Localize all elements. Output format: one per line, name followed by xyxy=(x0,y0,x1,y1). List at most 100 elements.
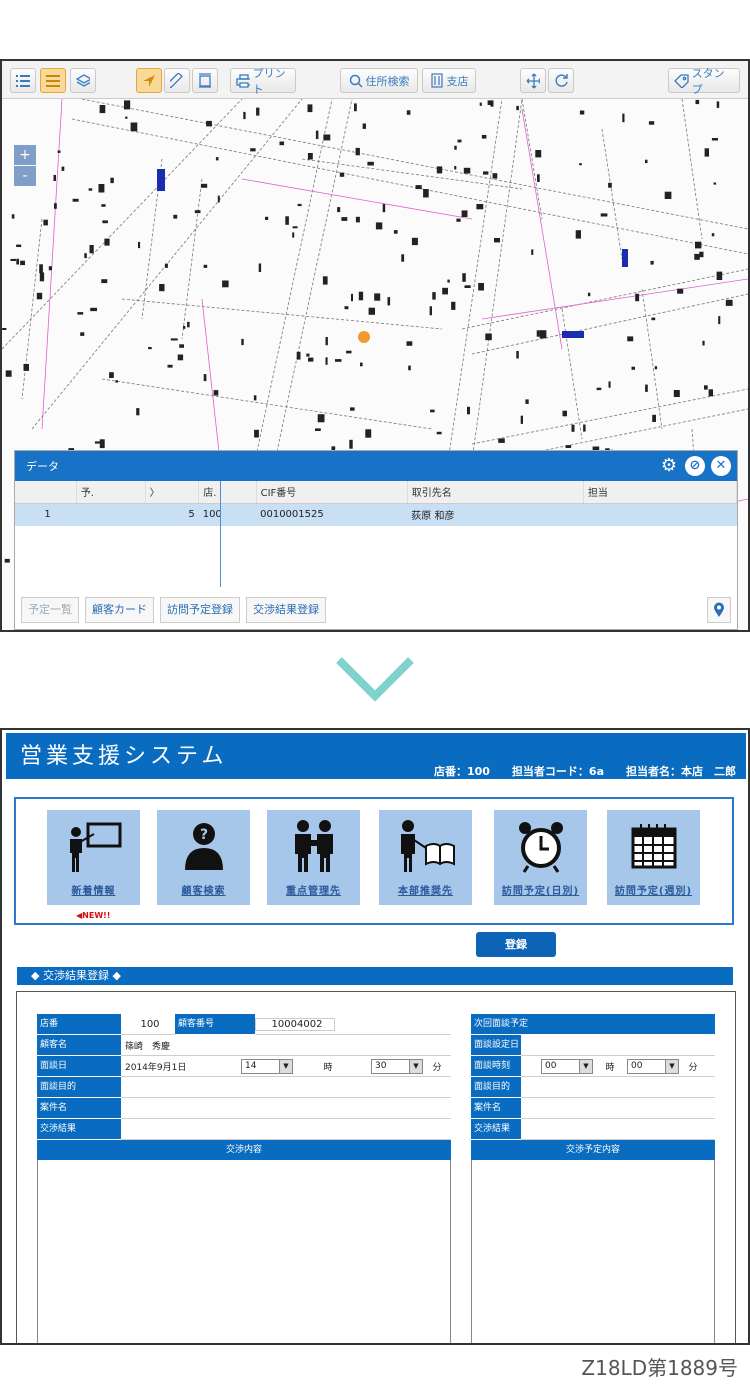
content-textarea[interactable] xyxy=(37,1160,451,1343)
menu-tile-customer-search[interactable]: ? 顧客検索 xyxy=(157,810,250,905)
next-hour-select[interactable]: 00 ▼ xyxy=(541,1058,593,1074)
location-pin-button[interactable] xyxy=(707,597,731,623)
customer-card-button[interactable]: 顧客カード xyxy=(85,597,154,623)
planned-content-textarea[interactable] xyxy=(471,1160,715,1343)
layers-button[interactable] xyxy=(70,68,96,93)
dropdown-arrow-icon: ▼ xyxy=(665,1059,678,1073)
col-tanto[interactable]: 担当 xyxy=(583,481,738,504)
zoom-in-button[interactable]: + xyxy=(14,145,36,165)
menu-tile-priority[interactable]: 重点管理先 xyxy=(267,810,360,905)
calendar-icon xyxy=(607,814,700,878)
frame-icon xyxy=(199,73,211,88)
footer-code: Z18LD第1889号 xyxy=(581,1356,738,1380)
visit-plan-button[interactable]: 訪問予定登録 xyxy=(160,597,240,623)
map-toolbar: プリント 住所検索 支店 スタンプ xyxy=(2,61,748,99)
col-shop[interactable]: 店. xyxy=(198,481,257,504)
col-cif[interactable]: CIF番号 xyxy=(256,481,408,504)
cell-no: 1 xyxy=(15,503,77,526)
close-icon[interactable]: ✕ xyxy=(711,456,731,476)
value-shop[interactable]: 100 xyxy=(121,1019,175,1030)
staff-code: 担当者コード：6a xyxy=(511,765,604,778)
label-interview-date: 面談日 xyxy=(37,1055,121,1077)
user-info: 店番：100 担当者コード：6a 担当者名：本店 二郎 xyxy=(434,763,736,779)
refresh-button[interactable] xyxy=(548,68,574,93)
alarm-clock-icon xyxy=(494,814,587,878)
label-next-date: 面談設定日 xyxy=(471,1034,521,1056)
data-panel-header: データ ⚙ ⊘ ✕ xyxy=(15,451,737,481)
area-tool-button[interactable] xyxy=(192,68,218,93)
label-next-case: 案件名 xyxy=(471,1097,521,1119)
system-header: 営業支援システム 店番：100 担当者コード：6a 担当者名：本店 二郎 xyxy=(6,733,746,779)
value-customer-no[interactable]: 10004002 xyxy=(255,1017,335,1031)
table-row[interactable]: 1 5 100 0010001525 荻原 和彦 xyxy=(15,503,737,526)
register-button[interactable]: 登録 xyxy=(476,932,556,957)
next-minute-select[interactable]: 00 ▼ xyxy=(627,1058,679,1074)
row-next-date: 面談設定日 xyxy=(471,1034,715,1056)
menu-label-priority: 重点管理先 xyxy=(286,886,341,897)
move-arrows-icon xyxy=(526,73,540,88)
hour-select[interactable]: 14 ▼ xyxy=(241,1058,293,1074)
address-search-button[interactable]: 住所検索 xyxy=(340,68,418,93)
chevron-down-icon xyxy=(336,657,414,702)
dropdown-arrow-icon: ▼ xyxy=(579,1059,592,1073)
row-result: 交渉結果 xyxy=(37,1118,451,1140)
staff-name: 担当者名：本店 二郎 xyxy=(626,765,736,778)
menu-tile-visit-daily[interactable]: 訪問予定(日別) xyxy=(494,810,587,905)
branch-label: 支店 xyxy=(446,74,469,88)
row-interview-date: 面談日 2014年9月1日 14 ▼ 時 30 ▼ 分 xyxy=(37,1055,451,1077)
value-interview-date[interactable]: 2014年9月1日 xyxy=(121,1060,241,1073)
refresh-icon xyxy=(555,74,568,87)
planned-content-header: 交渉予定内容 xyxy=(471,1140,715,1160)
dropdown-arrow-icon: ▼ xyxy=(279,1059,292,1073)
label-next-result: 交渉結果 xyxy=(471,1118,521,1140)
measure-tool-button[interactable] xyxy=(164,68,190,93)
menu-tile-news[interactable]: 新着情報 xyxy=(47,810,140,905)
menu-button[interactable] xyxy=(40,68,66,93)
cell-shop: 100 xyxy=(198,503,257,526)
data-grid: 予. 〉 店. CIF番号 取引先名 担当 1 5 100 0010001525… xyxy=(15,481,738,526)
hamburger-icon xyxy=(46,74,60,87)
cell-arrow: 5 xyxy=(145,503,199,526)
column-divider[interactable] xyxy=(220,481,221,587)
zoom-control: + - xyxy=(14,145,36,187)
row-next-result: 交渉結果 xyxy=(471,1118,715,1140)
schedule-list-button[interactable]: 予定一覧 xyxy=(21,597,79,623)
pointer-tool-button[interactable] xyxy=(136,68,162,93)
layers-icon xyxy=(76,73,90,87)
list-view-button[interactable] xyxy=(10,68,36,93)
minimize-icon[interactable]: ⊘ xyxy=(685,456,705,476)
printer-icon xyxy=(236,73,250,88)
dropdown-arrow-icon: ▼ xyxy=(409,1059,422,1073)
stamp-button[interactable]: スタンプ xyxy=(668,67,740,96)
next-minute-value: 00 xyxy=(631,1061,643,1071)
panel-button-bar: 予定一覧 顧客カード 訪問予定登録 交渉結果登録 xyxy=(21,597,326,623)
zoom-out-button[interactable]: - xyxy=(14,166,36,186)
menu-tile-visit-weekly[interactable]: 訪問予定(週別) xyxy=(607,810,700,905)
branch-button[interactable]: 支店 xyxy=(422,68,476,93)
col-arrow[interactable]: 〉 xyxy=(145,481,200,504)
pan-button[interactable] xyxy=(520,68,546,93)
minute-select[interactable]: 30 ▼ xyxy=(371,1058,423,1074)
current-location-marker xyxy=(358,331,370,343)
system-title: 営業支援システム xyxy=(20,744,228,769)
negotiation-result-button[interactable]: 交渉結果登録 xyxy=(246,597,326,623)
row-next-purpose: 面談目的 xyxy=(471,1076,715,1098)
cell-yo xyxy=(76,503,146,526)
value-customer-name[interactable]: 篠崎 秀慶 xyxy=(121,1039,170,1052)
next-hour-value: 00 xyxy=(545,1061,557,1071)
tag-icon xyxy=(674,73,689,88)
menu-tile-recommend[interactable]: 本部推奨先 xyxy=(379,810,472,905)
col-name[interactable]: 取引先名 xyxy=(407,481,584,504)
col-no[interactable] xyxy=(15,481,77,504)
label-result: 交渉結果 xyxy=(37,1118,121,1140)
row-customer-name: 顧客名 篠崎 秀慶 xyxy=(37,1034,451,1056)
print-button[interactable]: プリント xyxy=(230,67,296,96)
building-icon xyxy=(430,73,443,88)
recommend-book-icon xyxy=(379,814,472,878)
row-next-plan: 次回面談予定 xyxy=(471,1013,715,1035)
search-icon xyxy=(349,74,363,88)
row-purpose: 面談目的 xyxy=(37,1076,451,1098)
gear-icon[interactable]: ⚙ xyxy=(659,456,679,476)
col-yo[interactable]: 予. xyxy=(76,481,146,504)
sales-support-screenshot: 営業支援システム 店番：100 担当者コード：6a 担当者名：本店 二郎 新着情… xyxy=(0,728,750,1345)
